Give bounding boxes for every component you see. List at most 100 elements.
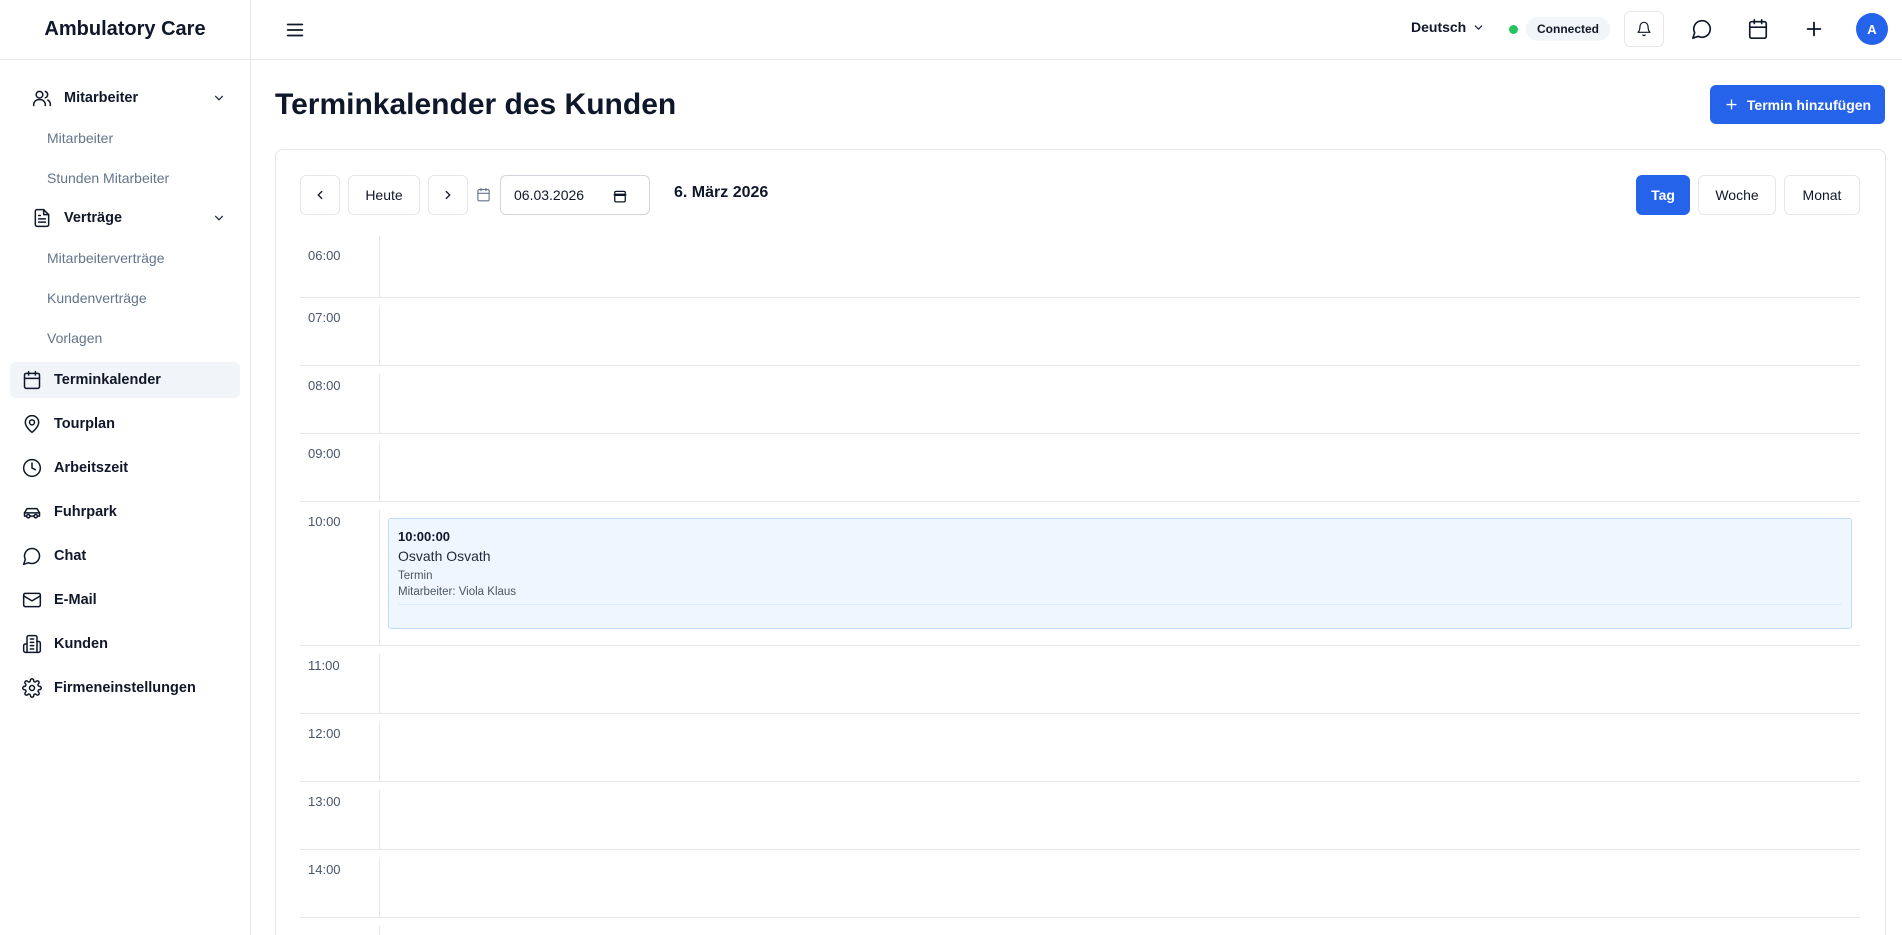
sidebar-group-vertraege[interactable]: Verträge — [10, 198, 240, 238]
hour-label: 10:00 — [308, 514, 341, 529]
view-month-button[interactable]: Monat — [1784, 175, 1860, 215]
sidebar-subitem-vorlagen[interactable]: Vorlagen — [0, 318, 250, 358]
bell-icon — [1637, 21, 1651, 37]
sidebar-subitem-mitarbeiter[interactable]: Mitarbeiter — [0, 118, 250, 158]
plus-icon — [1726, 99, 1737, 110]
hour-label: 13:00 — [308, 794, 341, 809]
sidebar-item-tourplan[interactable]: Tourplan — [10, 406, 240, 442]
next-button[interactable] — [428, 175, 468, 215]
time-slot[interactable] — [379, 654, 1860, 713]
time-slot[interactable] — [379, 926, 1860, 935]
today-button[interactable]: Heute — [348, 175, 420, 215]
sidebar-item-label: Fuhrpark — [54, 504, 117, 520]
status-dot — [1509, 24, 1518, 34]
sidebar-item-arbeitszeit[interactable]: Arbeitszeit — [10, 450, 240, 486]
time-slot[interactable] — [379, 858, 1860, 917]
appointment-event[interactable]: 10:00:00 Osvath Osvath Termin Mitarbeite… — [388, 518, 1852, 629]
time-slot[interactable] — [379, 790, 1860, 849]
language-select[interactable]: Deutsch — [1411, 19, 1485, 35]
hour-label: 08:00 — [308, 378, 341, 393]
add-appointment-button[interactable]: Termin hinzufügen — [1710, 85, 1885, 124]
page-title: Terminkalender des Kunden — [275, 88, 677, 121]
sidebar-item-kunden[interactable]: Kunden — [10, 626, 240, 662]
hour-row: 06:00 — [300, 236, 1860, 298]
hour-row: 14:00 — [300, 850, 1860, 918]
time-slot[interactable] — [379, 442, 1860, 501]
event-time: 10:00:00 — [398, 529, 451, 544]
hour-label: 12:00 — [308, 726, 341, 741]
chevron-down-icon — [214, 95, 224, 101]
time-slot[interactable] — [379, 722, 1860, 781]
sidebar-item-label: Arbeitszeit — [54, 460, 129, 476]
sidebar-subitem-mitarbeitervertraege[interactable]: Mitarbeiterverträge — [0, 238, 250, 278]
view-day-button[interactable]: Tag — [1636, 175, 1690, 215]
sidebar-subitem-stunden-mitarbeiter[interactable]: Stunden Mitarbeiter — [0, 158, 250, 198]
calendar-picker-icon[interactable] — [613, 189, 627, 203]
sidebar-group-mitarbeiter[interactable]: Mitarbeiter — [10, 78, 240, 118]
date-input-value: 06.03.2026 — [514, 187, 585, 203]
sidebar-item-label: Kunden — [54, 636, 108, 652]
hour-label: 07:00 — [308, 310, 341, 325]
sidebar-group-label: Verträge — [64, 210, 123, 226]
chevron-down-icon — [214, 215, 224, 221]
plus-icon[interactable] — [1803, 18, 1825, 40]
map-pin-icon — [22, 414, 42, 434]
menu-icon[interactable] — [284, 19, 306, 41]
hour-row: 13:00 — [300, 782, 1860, 850]
chat-icon — [22, 546, 42, 566]
language-label: Deutsch — [1411, 19, 1467, 35]
time-slot[interactable] — [379, 374, 1860, 433]
gear-icon — [22, 678, 42, 698]
hour-row: 07:00 — [300, 298, 1860, 366]
sidebar-item-label: Tourplan — [54, 416, 115, 432]
sidebar-item-label: Firmeneinstellungen — [54, 680, 196, 696]
connection-status: Connected — [1509, 17, 1611, 41]
date-input[interactable]: 06.03.2026 — [500, 175, 650, 215]
chevron-left-icon — [317, 190, 323, 200]
hour-label: 09:00 — [308, 446, 341, 461]
top-bar: Deutsch Connected A — [251, 0, 1902, 60]
hour-row: 12:00 — [300, 714, 1860, 782]
event-staff: Mitarbeiter: Viola Klaus — [398, 586, 1842, 605]
calendar-icon[interactable] — [1747, 18, 1769, 40]
event-client-name: Osvath Osvath — [398, 548, 491, 564]
chevron-right-icon — [445, 190, 451, 200]
sidebar-item-chat[interactable]: Chat — [10, 538, 240, 574]
sidebar-item-fuhrpark[interactable]: Fuhrpark — [10, 494, 240, 530]
sidebar-group-label: Mitarbeiter — [64, 90, 139, 106]
sidebar-item-terminkalender[interactable]: Terminkalender — [10, 362, 240, 398]
current-date-label: 6. März 2026 — [674, 184, 769, 201]
avatar[interactable]: A — [1856, 13, 1888, 45]
sidebar-item-email[interactable]: E-Mail — [10, 582, 240, 618]
clock-icon — [22, 458, 42, 478]
event-type: Termin — [398, 570, 433, 582]
time-slot[interactable] — [379, 306, 1860, 365]
app-title: Ambulatory Care — [0, 0, 250, 60]
view-week-button[interactable]: Woche — [1698, 175, 1776, 215]
prev-button[interactable] — [300, 175, 340, 215]
car-icon — [22, 502, 42, 522]
sidebar-item-label: E-Mail — [54, 592, 97, 608]
add-appointment-label: Termin hinzufügen — [1746, 96, 1872, 113]
notifications-button[interactable] — [1624, 11, 1664, 47]
sidebar-subitem-kundenvertraege[interactable]: Kundenverträge — [0, 278, 250, 318]
hour-row: 09:00 — [300, 434, 1860, 502]
hour-row: 08:00 — [300, 366, 1860, 434]
hour-row: 11:00 — [300, 646, 1860, 714]
chat-icon[interactable] — [1691, 18, 1713, 40]
time-slot[interactable] — [379, 236, 1860, 297]
users-icon — [32, 88, 52, 108]
calendar-icon — [477, 187, 490, 202]
sidebar-item-label: Chat — [54, 548, 87, 564]
hour-label: 14:00 — [308, 862, 341, 877]
chevron-down-icon — [1474, 24, 1483, 30]
sidebar: Ambulatory Care Mitarbeiter Mitarbeiter … — [0, 0, 251, 935]
sidebar-item-firmeneinstellungen[interactable]: Firmeneinstellungen — [10, 670, 240, 706]
calendar-icon — [22, 370, 42, 390]
hour-row — [300, 918, 1860, 935]
hour-label: 11:00 — [308, 658, 340, 673]
building-icon — [22, 634, 42, 654]
sidebar-nav: Mitarbeiter Mitarbeiter Stunden Mitarbei… — [0, 60, 250, 706]
sidebar-item-label: Terminkalender — [54, 372, 161, 388]
status-badge: Connected — [1526, 17, 1611, 41]
